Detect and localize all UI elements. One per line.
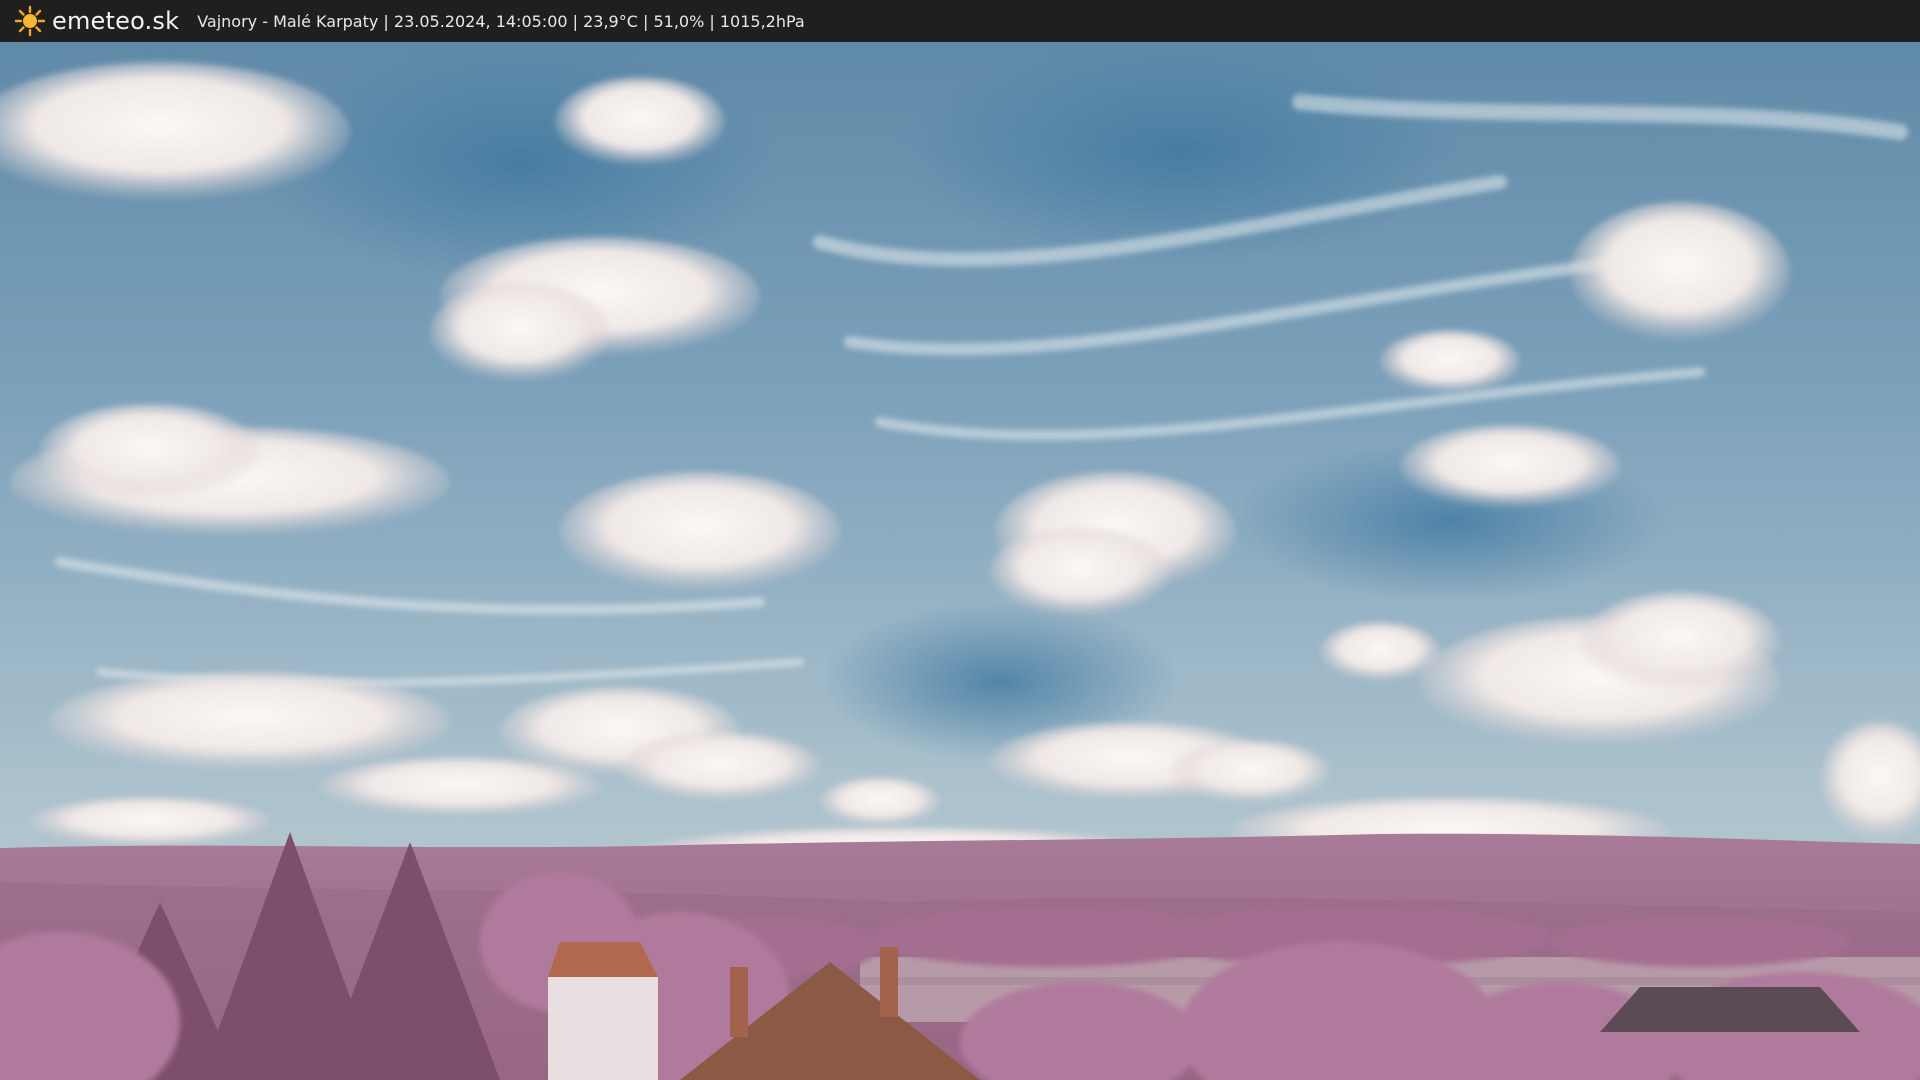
sun-icon bbox=[14, 5, 46, 37]
station-info: Vajnory - Malé Karpaty | 23.05.2024, 14:… bbox=[197, 11, 805, 31]
site-logo[interactable]: emeteo.sk bbox=[14, 5, 179, 37]
webcam-image bbox=[0, 42, 1920, 1080]
brand-name: emeteo.sk bbox=[52, 7, 180, 35]
header-bar: emeteo.sk Vajnory - Malé Karpaty | 23.05… bbox=[0, 0, 1920, 42]
